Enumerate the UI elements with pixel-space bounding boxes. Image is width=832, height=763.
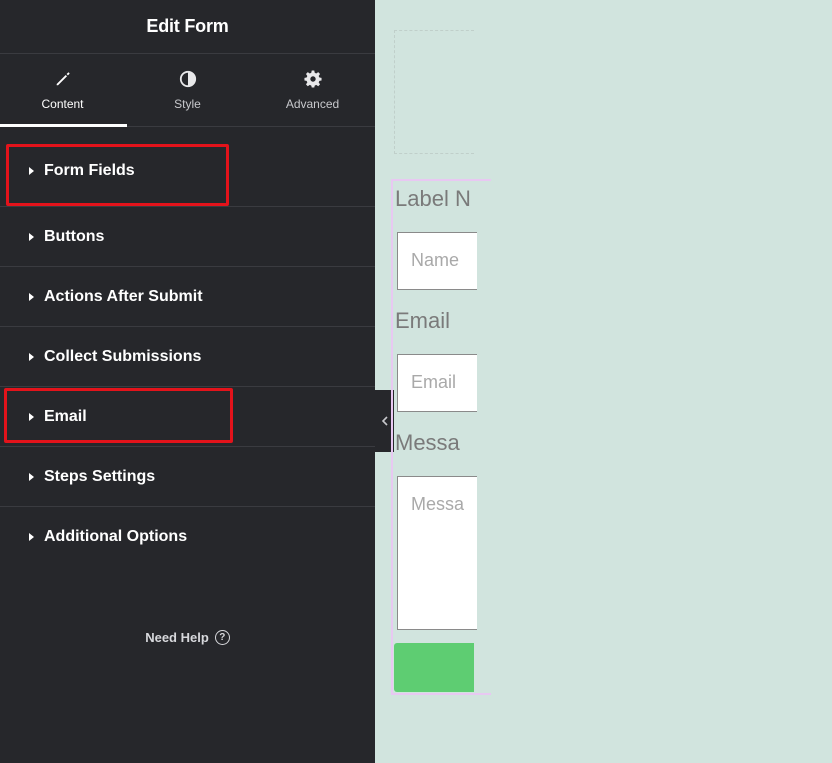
tab-advanced[interactable]: Advanced [250,54,375,126]
need-help-label: Need Help [145,630,209,645]
message-placeholder: Messa [411,494,465,514]
caret-right-icon [29,352,34,361]
gear-icon [303,69,323,89]
pencil-icon [53,69,73,89]
tab-style-label: Style [174,97,201,111]
email-placeholder: Email [411,372,457,392]
caret-right-icon [29,533,34,541]
half-circle-icon [178,69,198,89]
field-label-email: Email [395,308,451,333]
caret-right-icon [29,232,34,241]
field-label-message: Messa [395,430,460,455]
panel-tabs: Content Style Advanced [0,54,375,127]
caret-right-icon [29,472,34,481]
chevron-left-icon [381,416,388,426]
field-label-name: Label N [395,186,471,211]
section-label: Form Fields [44,161,135,179]
section-label: Actions After Submit [44,287,203,305]
name-placeholder: Name [411,250,460,270]
email-input[interactable]: Email [397,354,477,412]
section-steps-settings[interactable]: Steps Settings [0,447,375,507]
section-buttons[interactable]: Buttons [0,207,375,267]
section-actions-after-submit[interactable]: Actions After Submit [0,267,375,327]
question-circle-icon: ? [214,630,230,645]
section-list: Form Fields Buttons Actions After Submit… [0,127,375,567]
section-email[interactable]: Email [0,387,375,447]
name-input[interactable]: Name [397,232,477,290]
need-help-link[interactable]: Need Help ? [0,630,375,645]
editor-panel: Edit Form Content Style Advanced Form Fi… [0,0,375,763]
section-label: Additional Options [44,528,188,545]
tab-content-label: Content [41,97,84,111]
caret-right-icon [29,292,34,301]
empty-widget-placeholder [394,30,474,154]
tab-advanced-label: Advanced [285,97,340,111]
caret-right-icon [29,412,34,421]
tab-content[interactable]: Content [0,54,127,127]
caret-right-icon [29,166,34,175]
section-label: Buttons [44,227,105,245]
panel-header: Edit Form [0,0,375,54]
section-label: Collect Submissions [44,347,202,365]
section-label: Steps Settings [44,467,156,485]
section-additional-options[interactable]: Additional Options [0,507,375,567]
tab-style[interactable]: Style [125,54,250,126]
section-label: Email [44,407,87,425]
section-form-fields[interactable]: Form Fields [0,127,375,207]
message-textarea[interactable]: Messa [397,476,477,630]
submit-button[interactable] [394,643,474,692]
section-collect-submissions[interactable]: Collect Submissions [0,327,375,387]
panel-title: Edit Form [146,16,229,36]
